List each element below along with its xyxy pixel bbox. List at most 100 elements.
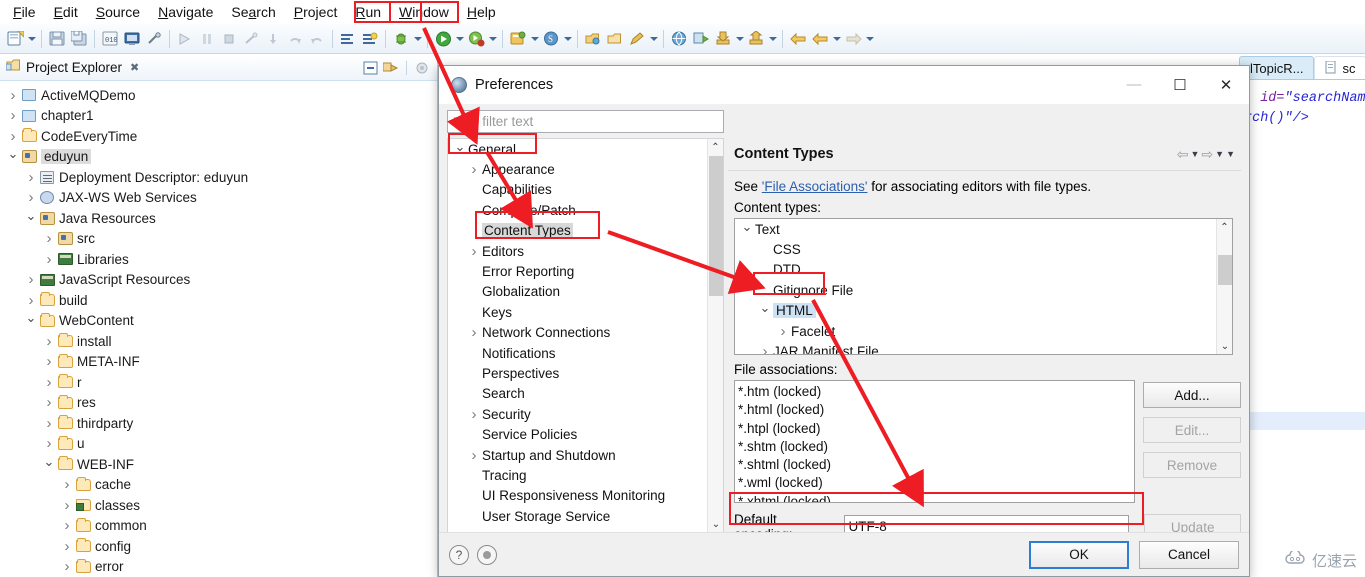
preferences-tree-item[interactable]: Search: [448, 384, 723, 404]
menu-item-edit[interactable]: Edit: [45, 2, 87, 22]
expand-arrow-icon[interactable]: [42, 434, 56, 454]
tree-item[interactable]: Libraries: [0, 249, 437, 270]
file-association-item[interactable]: *.htm (locked): [738, 383, 1134, 401]
new-server-dropdown-arrow[interactable]: [529, 28, 540, 50]
preferences-tree-item[interactable]: Capabilities: [448, 180, 723, 200]
tree-item[interactable]: ActiveMQDemo: [0, 85, 437, 106]
new-server-icon[interactable]: [508, 28, 528, 50]
content-types-scrollbar[interactable]: ⌃ ⌄: [1216, 219, 1232, 354]
preferences-tree-item[interactable]: User Storage Service: [448, 506, 723, 526]
expand-arrow-icon[interactable]: [60, 495, 74, 515]
expand-arrow-icon[interactable]: [42, 331, 56, 351]
back-arrow-icon[interactable]: ⇦: [1177, 146, 1189, 163]
expand-arrow-icon[interactable]: [466, 244, 482, 259]
tree-item[interactable]: src: [0, 229, 437, 250]
expand-arrow-icon[interactable]: [60, 475, 74, 495]
file-association-item[interactable]: *.xhtml (locked): [738, 493, 1134, 502]
new-wizard-icon[interactable]: [5, 28, 25, 50]
expand-arrow-icon[interactable]: [42, 393, 56, 413]
expand-arrow-icon[interactable]: [24, 188, 38, 208]
help-icon[interactable]: ?: [449, 544, 469, 565]
preferences-tree-item[interactable]: Perspectives: [448, 363, 723, 383]
expand-arrow-icon[interactable]: [466, 325, 482, 340]
export-dropdown-arrow[interactable]: [767, 28, 778, 50]
menu-item-run[interactable]: Run: [346, 2, 390, 22]
content-type-item[interactable]: Facelet: [735, 321, 1232, 341]
preferences-tree-item[interactable]: Security: [448, 404, 723, 424]
run-external-dropdown-arrow[interactable]: [487, 28, 498, 50]
forward-dropdown-arrow[interactable]: [864, 28, 875, 50]
maximize-button[interactable]: ☐: [1157, 66, 1203, 104]
expand-arrow-icon[interactable]: [466, 407, 482, 422]
new-dropdown-arrow[interactable]: [26, 28, 37, 50]
web-browser-icon[interactable]: [669, 28, 689, 50]
svn-dropdown-arrow[interactable]: [562, 28, 573, 50]
open-folder-icon[interactable]: [605, 28, 625, 50]
expand-arrow-icon[interactable]: [60, 516, 74, 536]
editor-tab-active[interactable]: lTopicR...: [1239, 56, 1315, 80]
expand-arrow-icon[interactable]: [757, 344, 773, 354]
project-tree[interactable]: ActiveMQDemo chapter1 CodeEveryTime eduyun D…: [0, 81, 437, 577]
view-menu-icon[interactable]: [413, 59, 431, 77]
collapse-arrow-icon[interactable]: [6, 147, 20, 167]
preferences-tree-item[interactable]: General: [448, 139, 723, 159]
collapse-all-icon[interactable]: [361, 59, 379, 77]
tree-item[interactable]: Deployment Descriptor: eduyun: [0, 167, 437, 188]
tree-item[interactable]: u: [0, 434, 437, 455]
menu-item-help[interactable]: Help: [458, 2, 505, 22]
forward-arrow-icon[interactable]: ⇨: [1201, 146, 1213, 163]
add-button[interactable]: Add...: [1143, 382, 1241, 408]
menu-item-file[interactable]: File: [4, 2, 45, 22]
close-icon[interactable]: ✖: [130, 61, 139, 74]
panel-menu-icon[interactable]: ▼: [1226, 149, 1235, 159]
import-dropdown-arrow[interactable]: [734, 28, 745, 50]
back-icon[interactable]: [788, 28, 808, 50]
expand-arrow-icon[interactable]: [24, 270, 38, 290]
menu-item-navigate[interactable]: Navigate: [149, 2, 222, 22]
content-type-item[interactable]: DTD: [735, 260, 1232, 280]
editor-code[interactable]: ' id="searchNam rch()"/>: [1244, 89, 1365, 129]
file-association-item[interactable]: *.wml (locked): [738, 474, 1134, 492]
preferences-tree[interactable]: General Appearance Capabilities Compare/Pat…: [447, 138, 724, 533]
collapse-arrow-icon[interactable]: [42, 454, 56, 474]
tree-item[interactable]: chapter1: [0, 106, 437, 127]
export-icon[interactable]: [746, 28, 766, 50]
content-types-list[interactable]: Text CSS DTD Gitignore File HTML Facelet JAR M…: [734, 218, 1233, 355]
dialog-titlebar[interactable]: Preferences — ☐ ✕: [439, 66, 1249, 104]
preferences-tree-item[interactable]: UI Responsiveness Monitoring: [448, 486, 723, 506]
link-with-editor-icon[interactable]: [382, 59, 400, 77]
run-dropdown-arrow[interactable]: [454, 28, 465, 50]
content-type-item[interactable]: JAR Manifest File: [735, 341, 1232, 354]
expand-arrow-icon[interactable]: [6, 106, 20, 126]
deploy-icon[interactable]: [691, 28, 711, 50]
menu-item-source[interactable]: Source: [87, 2, 149, 22]
tree-item[interactable]: classes: [0, 495, 437, 516]
preferences-tree-item[interactable]: Globalization: [448, 282, 723, 302]
expand-arrow-icon[interactable]: [6, 85, 20, 105]
open-perspective-icon[interactable]: [583, 28, 603, 50]
expand-arrow-icon[interactable]: [42, 413, 56, 433]
preferences-tree-item[interactable]: Appearance: [448, 159, 723, 179]
expand-arrow-icon[interactable]: [466, 448, 482, 463]
tree-item[interactable]: JAX-WS Web Services: [0, 188, 437, 209]
expand-arrow-icon[interactable]: [24, 167, 38, 187]
tree-item[interactable]: common: [0, 516, 437, 537]
collapse-arrow-icon[interactable]: [24, 311, 38, 331]
tree-item[interactable]: config: [0, 536, 437, 557]
close-button[interactable]: ✕: [1203, 66, 1249, 104]
menu-item-search[interactable]: Search: [222, 2, 284, 22]
content-type-item[interactable]: Text: [735, 219, 1232, 239]
scroll-up-icon[interactable]: ⌃: [708, 139, 723, 155]
tree-item[interactable]: error: [0, 557, 437, 577]
content-type-item[interactable]: Gitignore File: [735, 280, 1232, 300]
preferences-tree-item[interactable]: Error Reporting: [448, 261, 723, 281]
preferences-tree-item[interactable]: Editors: [448, 241, 723, 261]
editor-tab-inactive[interactable]: sc: [1314, 56, 1365, 80]
tree-item[interactable]: cache: [0, 475, 437, 496]
back-dropdown-icon[interactable]: ▼: [1191, 149, 1200, 159]
preferences-tree-item[interactable]: Keys: [448, 302, 723, 322]
preferences-tree-item[interactable]: Content Types: [448, 221, 723, 241]
content-type-item[interactable]: CSS: [735, 239, 1232, 259]
collapse-arrow-icon[interactable]: [452, 143, 468, 156]
tree-item[interactable]: res: [0, 393, 437, 414]
